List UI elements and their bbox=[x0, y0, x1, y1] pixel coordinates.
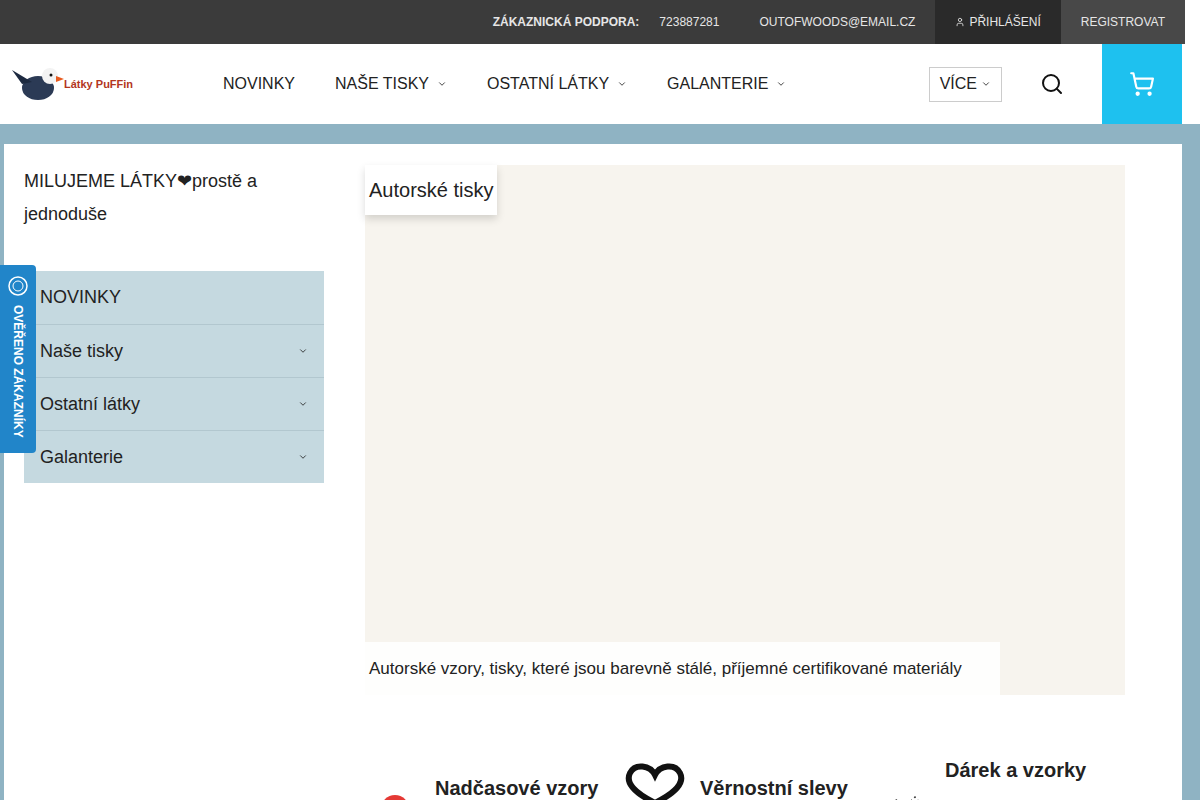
user-icon bbox=[955, 17, 965, 27]
sidebar-item[interactable]: Ostatní látky bbox=[24, 377, 324, 430]
banner[interactable]: Autorské tisky Autorské vzory, tisky, kte… bbox=[365, 165, 1125, 695]
more-button[interactable]: VÍCE bbox=[929, 67, 1002, 102]
vzory-icon bbox=[365, 775, 425, 800]
feature-title: Nadčasové vzory bbox=[435, 773, 598, 800]
sidebar-item[interactable]: Naše tisky bbox=[24, 324, 324, 377]
page: ZÁKAZNICKÁ PODPORA:723887281 OUTOFWOODS@E… bbox=[0, 0, 1200, 800]
logo[interactable]: Látky PuFFin bbox=[10, 56, 210, 112]
logo-text: Látky PuFFin bbox=[64, 76, 133, 93]
chevron-down-icon bbox=[437, 79, 447, 89]
sidebar-heading: MILUJEME LÁTKY❤prostě a jednoduše bbox=[24, 165, 324, 231]
chevron-down-icon bbox=[776, 79, 786, 89]
puffin-logo-icon bbox=[10, 56, 66, 112]
sidebar-item[interactable]: Galanterie bbox=[24, 430, 324, 483]
support-label: ZÁKAZNICKÁ PODPORA: bbox=[483, 13, 650, 31]
banner-caption: Autorské vzory, tisky, které jsou barevn… bbox=[365, 642, 1000, 695]
search-icon bbox=[1040, 72, 1064, 96]
sidebar-menu: NOVINKYNaše tiskyOstatní látkyGalanterie bbox=[24, 271, 324, 483]
nav-item[interactable]: GALANTERIE bbox=[667, 72, 786, 96]
verified-label: OVĚŘENO ZÁKAZNÍKY bbox=[9, 305, 27, 438]
top-bar: ZÁKAZNICKÁ PODPORA:723887281 OUTOFWOODS@E… bbox=[0, 0, 1185, 44]
nav-item[interactable]: NAŠE TISKY bbox=[335, 72, 447, 96]
verified-badge[interactable]: OVĚŘENO ZÁKAZNÍKY bbox=[0, 265, 36, 453]
chevron-down-icon bbox=[981, 79, 991, 89]
phone-link[interactable]: 723887281 bbox=[649, 13, 729, 31]
search-button[interactable] bbox=[1002, 72, 1102, 96]
feature-title: Dárek a vzorky bbox=[945, 755, 1086, 785]
feature-item: Nadčasové vzory bbox=[365, 755, 620, 800]
cart-button[interactable] bbox=[1102, 44, 1182, 124]
feature-item: Věrnostní slevy bbox=[620, 755, 875, 800]
email-link[interactable]: OUTOFWOODS@EMAIL.CZ bbox=[749, 13, 925, 31]
feature-title: Věrnostní slevy bbox=[700, 773, 848, 800]
banner-label: Autorské tisky bbox=[365, 165, 497, 215]
main-nav: NOVINKY NAŠE TISKY OSTATNÍ LÁTKY GALANTERIE bbox=[223, 72, 786, 96]
nav-item[interactable]: OSTATNÍ LÁTKY bbox=[487, 72, 627, 96]
login-button[interactable]: PŘIHLÁŠENÍ bbox=[935, 0, 1060, 44]
nav-item[interactable]: NOVINKY bbox=[223, 72, 295, 96]
gift-icon bbox=[875, 779, 935, 800]
chevron-down-icon bbox=[298, 452, 308, 462]
sidebar-item[interactable]: NOVINKY bbox=[24, 271, 324, 324]
sidebar: MILUJEME LÁTKY❤prostě a jednoduše NOVINKY… bbox=[24, 165, 324, 800]
feature-item: Dárek a vzorky bbox=[875, 755, 1130, 800]
main-panel: MILUJEME LÁTKY❤prostě a jednoduše NOVINKY… bbox=[4, 144, 1182, 800]
features: Nadčasové vzory Věrnostní slevy Dárek a vz… bbox=[365, 755, 1130, 800]
cart-icon bbox=[1129, 71, 1155, 97]
heart-icon bbox=[620, 763, 690, 800]
register-button[interactable]: REGISTROVAT bbox=[1061, 0, 1185, 44]
chevron-down-icon bbox=[298, 399, 308, 409]
chevron-down-icon bbox=[617, 79, 627, 89]
chevron-down-icon bbox=[298, 346, 308, 356]
verified-seal-icon bbox=[7, 275, 29, 297]
header: Látky PuFFin NOVINKY NAŠE TISKY OSTATNÍ LÁT… bbox=[0, 44, 1185, 124]
